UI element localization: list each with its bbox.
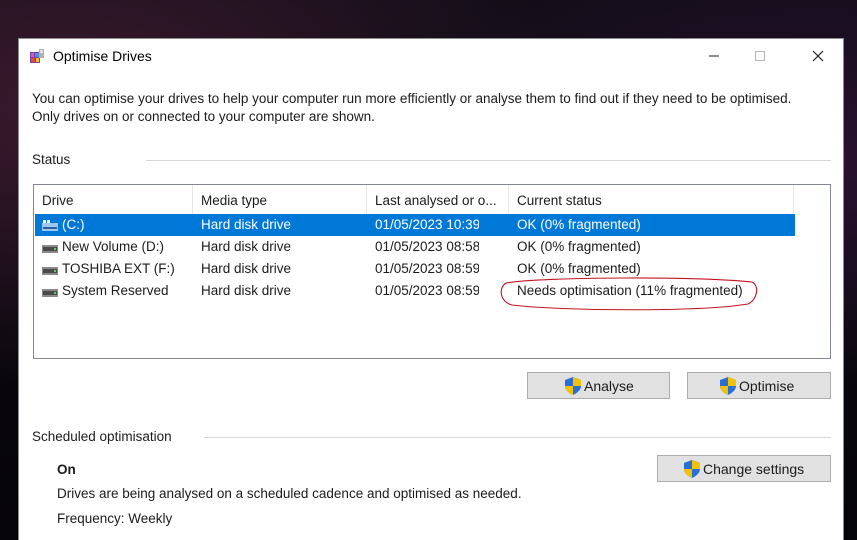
red-annotation-circle [500, 277, 758, 311]
